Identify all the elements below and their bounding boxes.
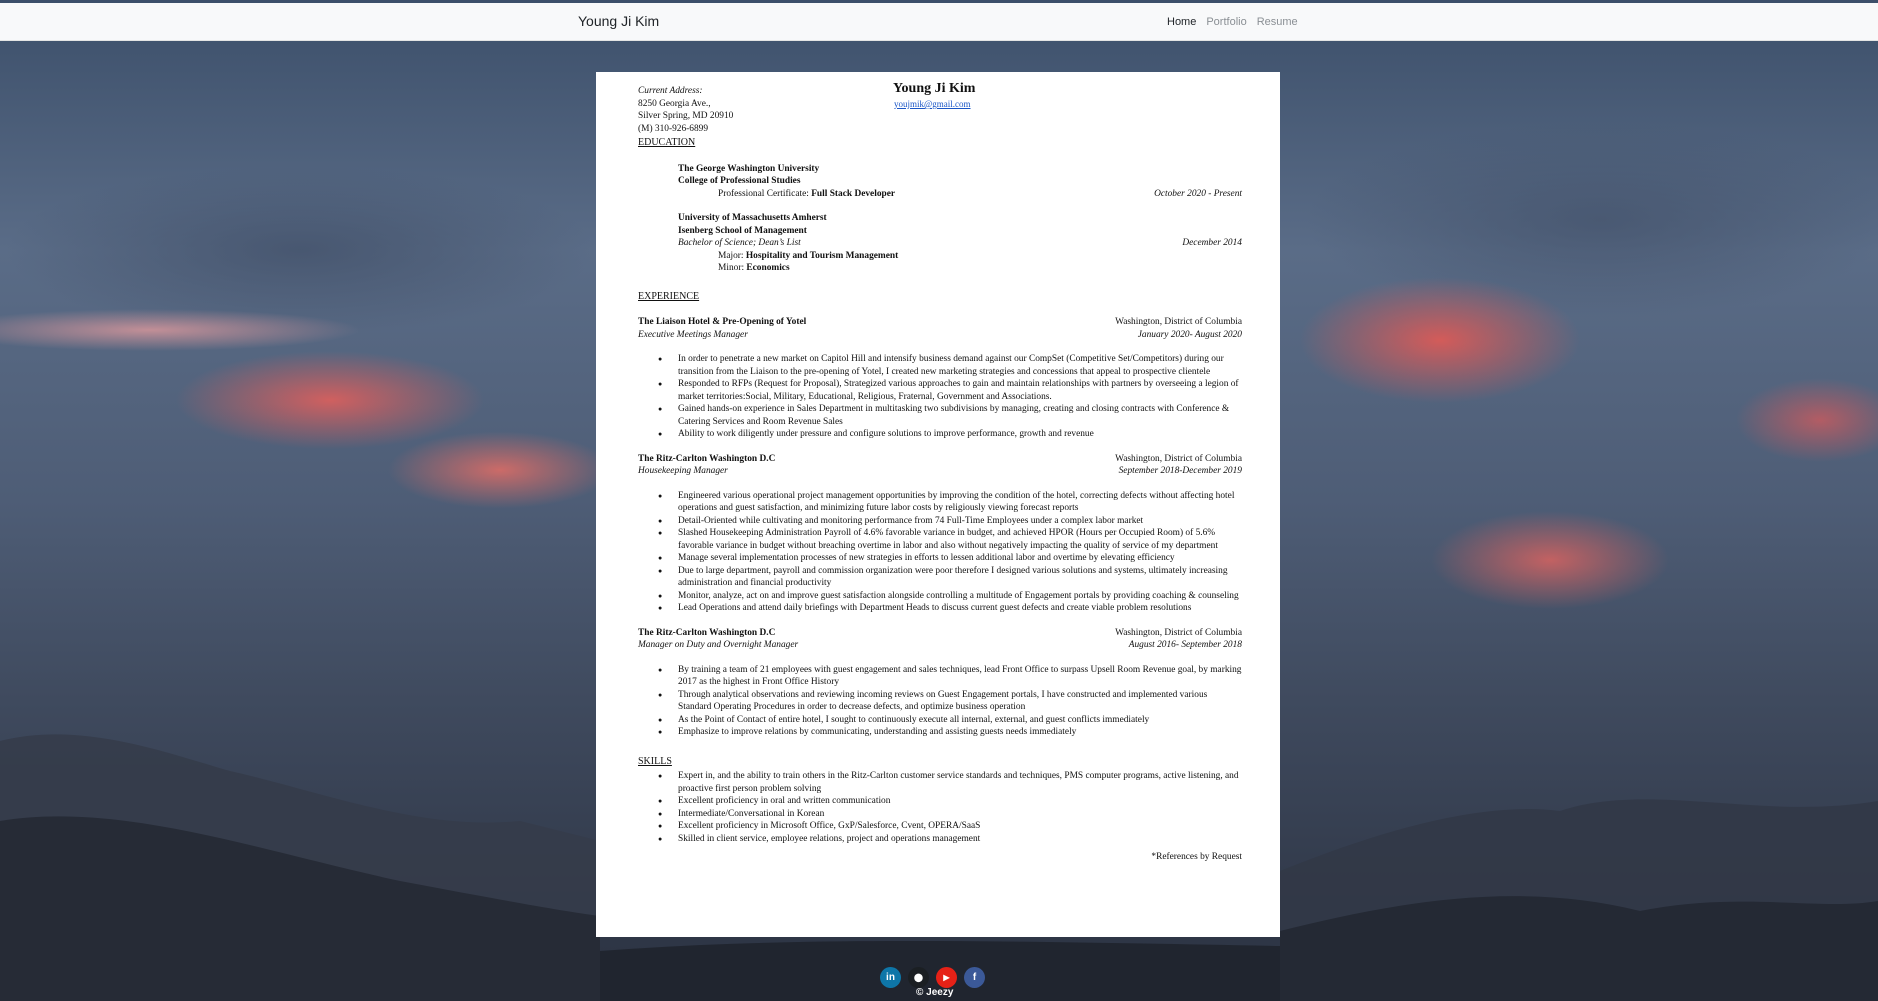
job-location: Washington, District of Columbia — [1115, 453, 1242, 464]
job-location: Washington, District of Columbia — [1115, 317, 1242, 327]
edu-college: Isenberg School of Management — [678, 225, 807, 236]
bullet-item: Engineered various operational project m… — [658, 490, 1242, 515]
copyright-text: © Jeezy — [916, 987, 954, 998]
skills-list: Expert in, and the ability to train othe… — [638, 770, 1242, 845]
nav-links: Home Portfolio Resume — [1167, 16, 1298, 28]
job-dates: September 2018-December 2019 — [1118, 466, 1242, 476]
resume-document: Current Address: 8250 Georgia Ave., Silv… — [596, 72, 1280, 937]
skill-item: Skilled in client service, employee rela… — [658, 833, 1242, 846]
bullet-item: Due to large department, payroll and com… — [658, 565, 1242, 590]
bullet-item: Slashed Housekeeping Administration Payr… — [658, 527, 1242, 552]
edu-date: October 2020 - Present — [1154, 188, 1242, 199]
bullet-item: As the Point of Contact of entire hotel,… — [658, 714, 1242, 727]
nav-portfolio-link[interactable]: Portfolio — [1206, 16, 1246, 28]
minor-name: Economics — [746, 263, 790, 273]
linkedin-icon[interactable]: in — [880, 967, 901, 988]
job-bullets: Engineered various operational project m… — [638, 490, 1242, 615]
bullet-item: In order to penetrate a new market on Ca… — [658, 353, 1242, 378]
phone-line: (M) 310-926-6899 — [638, 123, 709, 134]
skill-item: Expert in, and the ability to train othe… — [658, 770, 1242, 795]
minor-prefix: Minor: — [718, 263, 747, 273]
job-company: The Liaison Hotel & Pre-Opening of Yotel — [638, 317, 807, 327]
bullet-item: Ability to work diligently under pressur… — [658, 428, 1242, 441]
job-entry: The Liaison Hotel & Pre-Opening of Yotel… — [638, 316, 1242, 441]
major-name: Hospitality and Tourism Management — [745, 250, 899, 261]
job-entry: The Ritz-Carlton Washington D.C Washingto… — [638, 453, 1242, 615]
bullet-item: By training a team of 21 employees with … — [658, 664, 1242, 689]
edu-degree: Bachelor of Science; Dean’s List — [678, 238, 801, 248]
job-company: The Ritz-Carlton Washington D.C — [638, 627, 776, 638]
major-prefix: Major: — [718, 250, 746, 261]
address-line: Silver Spring, MD 20910 — [638, 111, 734, 121]
resume-name: Young Ji Kim — [893, 81, 976, 96]
navbar: Young Ji Kim Home Portfolio Resume — [0, 3, 1878, 41]
bullet-item: Responded to RFPs (Request for Proposal)… — [658, 378, 1242, 403]
bullet-item: Lead Operations and attend daily briefin… — [658, 602, 1242, 615]
skill-item: Excellent proficiency in Microsoft Offic… — [658, 820, 1242, 833]
references-note: *References by Request — [1151, 852, 1242, 862]
edu-school: University of Massachusetts Amherst — [678, 213, 827, 223]
job-title: Executive Meetings Manager — [638, 329, 748, 340]
bullet-item: Manage several implementation processes … — [658, 552, 1242, 565]
social-links: in ⬤ ▶ f — [880, 967, 985, 988]
edu-school: The George Washington University — [678, 163, 820, 174]
job-company: The Ritz-Carlton Washington D.C — [638, 453, 776, 464]
bullet-item: Detail-Oriented while cultivating and mo… — [658, 515, 1242, 528]
job-bullets: In order to penetrate a new market on Ca… — [638, 353, 1242, 441]
skill-item: Intermediate/Conversational in Korean — [658, 808, 1242, 821]
nav-home-link[interactable]: Home — [1167, 16, 1196, 28]
job-title: Housekeeping Manager — [638, 466, 728, 476]
job-dates: January 2020- August 2020 — [1137, 329, 1242, 340]
cert-prefix: Professional Certificate: — [718, 188, 812, 199]
bullet-item: Gained hands-on experience in Sales Depa… — [658, 403, 1242, 428]
resume-header: Current Address: 8250 Georgia Ave., Silv… — [638, 81, 1242, 134]
experience-heading: EXPERIENCE — [638, 290, 700, 302]
job-entry: The Ritz-Carlton Washington D.C Washingto… — [638, 627, 1242, 739]
job-dates: August 2016- September 2018 — [1128, 640, 1242, 650]
youtube-icon[interactable]: ▶ — [936, 967, 957, 988]
education-heading: EDUCATION — [638, 137, 696, 148]
email-link[interactable]: youjmik@gmail.com — [894, 98, 971, 111]
bullet-item: Monitor, analyze, act on and improve gue… — [658, 590, 1242, 603]
navbar-brand[interactable]: Young Ji Kim — [578, 13, 659, 29]
skill-item: Excellent proficiency in oral and writte… — [658, 795, 1242, 808]
cert-name: Full Stack Developer — [811, 188, 896, 199]
bullet-item: Through analytical observations and revi… — [658, 689, 1242, 714]
nav-resume-link[interactable]: Resume — [1257, 16, 1298, 28]
github-icon[interactable]: ⬤ — [908, 967, 929, 988]
edu-date: December 2014 — [1182, 238, 1242, 248]
job-location: Washington, District of Columbia — [1115, 627, 1242, 638]
job-bullets: By training a team of 21 employees with … — [638, 664, 1242, 739]
skills-heading: SKILLS — [638, 755, 672, 767]
bullet-item: Emphasize to improve relations by commun… — [658, 726, 1242, 739]
facebook-icon[interactable]: f — [964, 967, 985, 988]
edu-college: College of Professional Studies — [678, 176, 801, 186]
edu-degree-row: Bachelor of Science; Dean’s List Decembe… — [638, 237, 1242, 250]
edu-cert-row: Professional Certificate: Full Stack Dev… — [638, 188, 1242, 201]
job-title: Manager on Duty and Overnight Manager — [638, 640, 799, 650]
